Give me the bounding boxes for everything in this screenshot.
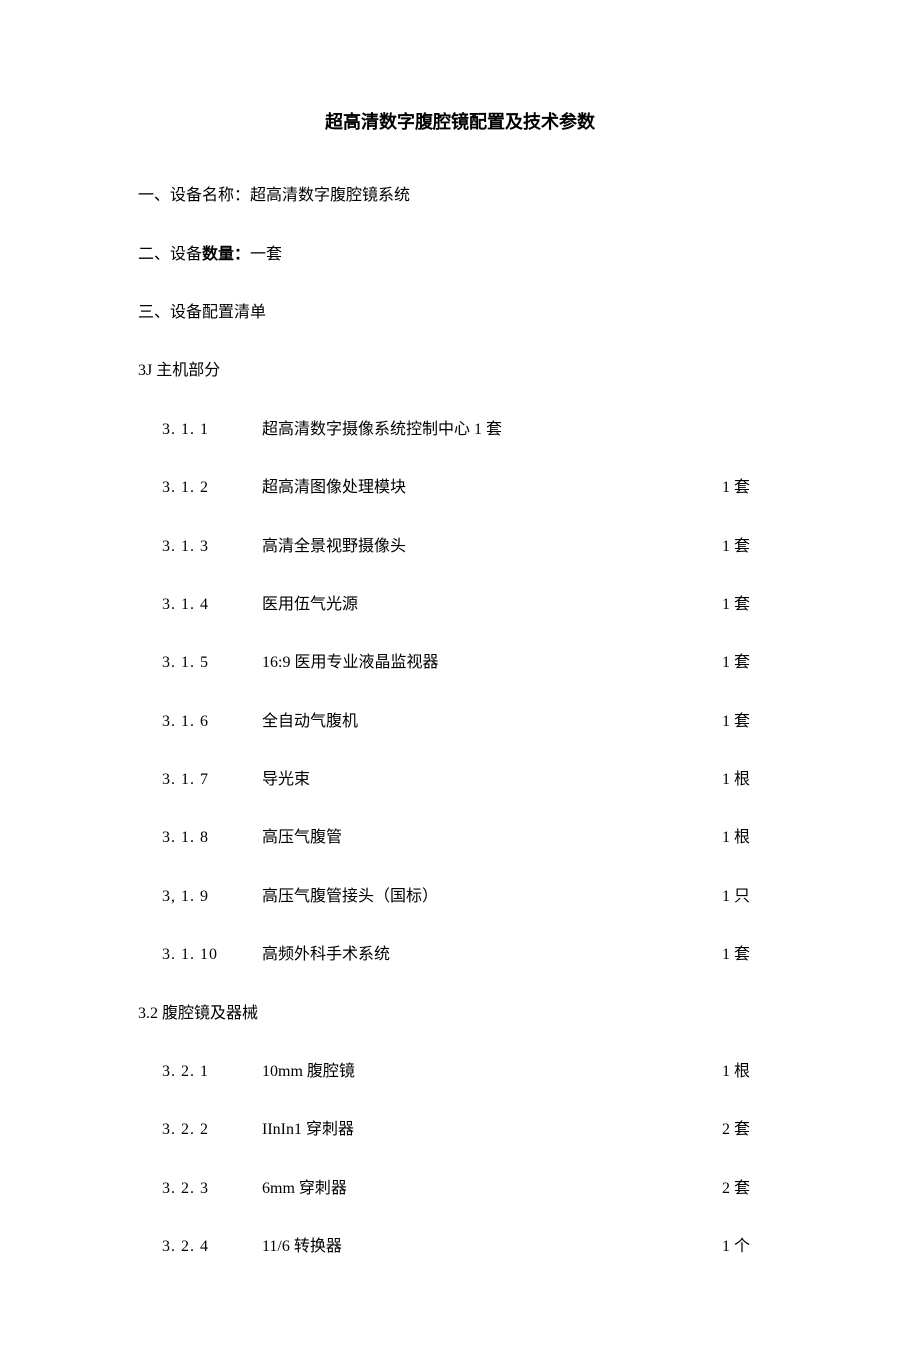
- section-2-value: 一套: [250, 246, 282, 263]
- item-number: 3. 2. 4: [162, 1236, 262, 1258]
- list-item: 3. 1. 8 高压气腹管 1 根: [138, 827, 782, 849]
- item-name: 高压气腹管: [262, 827, 722, 849]
- item-qty: 2 套: [722, 1178, 782, 1200]
- document-title: 超高清数字腹腔镜配置及技术参数: [138, 110, 782, 135]
- item-qty: 1 套: [722, 711, 782, 733]
- section-3: 三、设备配置清单: [138, 302, 782, 324]
- item-name: 医用伍气光源: [262, 594, 722, 616]
- item-number: 3. 1. 4: [162, 594, 262, 616]
- item-name: 导光束: [262, 769, 722, 791]
- item-name: 高压气腹管接头（国标）: [262, 886, 722, 908]
- item-number: 3, 1. 9: [162, 886, 262, 908]
- group-1-heading: 3J 主机部分: [138, 360, 782, 382]
- item-name: 超高清图像处理模块: [262, 477, 722, 499]
- item-name: 高清全景视野摄像头: [262, 536, 722, 558]
- list-item: 3. 2. 4 11/6 转换器 1 个: [138, 1236, 782, 1258]
- item-number: 3. 2. 3: [162, 1178, 262, 1200]
- list-item: 3. 1. 5 16:9 医用专业液晶监视器 1 套: [138, 652, 782, 674]
- item-name: IInIn1 穿刺器: [262, 1119, 722, 1141]
- section-2-prefix: 二、设备: [138, 246, 202, 263]
- item-qty: 1 根: [722, 827, 782, 849]
- section-2: 二、设备数量：一套: [138, 244, 782, 266]
- section-1: 一、设备名称：超高清数字腹腔镜系统: [138, 185, 782, 207]
- list-item: 3. 1. 4 医用伍气光源 1 套: [138, 594, 782, 616]
- item-name: 超高清数字摄像系统控制中心 1 套: [262, 419, 782, 441]
- group-2-heading: 3.2 腹腔镜及器械: [138, 1003, 782, 1025]
- list-item: 3. 1. 2 超高清图像处理模块 1 套: [138, 477, 782, 499]
- item-name: 高频外科手术系统: [262, 944, 722, 966]
- item-number: 3. 1. 2: [162, 477, 262, 499]
- item-number: 3. 1. 5: [162, 652, 262, 674]
- item-qty: 1 套: [722, 594, 782, 616]
- list-item: 3, 1. 9 高压气腹管接头（国标） 1 只: [138, 886, 782, 908]
- list-item: 3. 2. 3 6mm 穿刺器 2 套: [138, 1178, 782, 1200]
- item-qty: 1 根: [722, 1061, 782, 1083]
- item-number: 3. 1. 6: [162, 711, 262, 733]
- item-qty: 1 套: [722, 536, 782, 558]
- item-number: 3. 2. 2: [162, 1119, 262, 1141]
- item-qty: 2 套: [722, 1119, 782, 1141]
- list-item: 3. 1. 10 高频外科手术系统 1 套: [138, 944, 782, 966]
- list-item: 3. 1. 3 高清全景视野摄像头 1 套: [138, 536, 782, 558]
- item-qty: 1 套: [722, 477, 782, 499]
- item-qty: 1 只: [722, 886, 782, 908]
- item-number: 3. 1. 10: [162, 944, 262, 966]
- item-number: 3. 2. 1: [162, 1061, 262, 1083]
- section-1-value: 超高清数字腹腔镜系统: [250, 187, 410, 204]
- item-number: 3. 1. 1: [162, 419, 262, 441]
- list-item: 3. 1. 6 全自动气腹机 1 套: [138, 711, 782, 733]
- list-item: 3. 1. 7 导光束 1 根: [138, 769, 782, 791]
- section-2-bold: 数量：: [202, 246, 250, 263]
- item-name: 6mm 穿刺器: [262, 1178, 722, 1200]
- item-name: 全自动气腹机: [262, 711, 722, 733]
- item-number: 3. 1. 8: [162, 827, 262, 849]
- list-item: 3. 1. 1 超高清数字摄像系统控制中心 1 套: [138, 419, 782, 441]
- item-qty: 1 套: [722, 944, 782, 966]
- item-name: 11/6 转换器: [262, 1236, 722, 1258]
- item-name: 10mm 腹腔镜: [262, 1061, 722, 1083]
- item-qty: 1 套: [722, 652, 782, 674]
- section-1-prefix: 一、设备名称：: [138, 187, 250, 204]
- item-name: 16:9 医用专业液晶监视器: [262, 652, 722, 674]
- item-number: 3. 1. 7: [162, 769, 262, 791]
- item-qty: 1 个: [722, 1236, 782, 1258]
- item-qty: 1 根: [722, 769, 782, 791]
- list-item: 3. 2. 2 IInIn1 穿刺器 2 套: [138, 1119, 782, 1141]
- list-item: 3. 2. 1 10mm 腹腔镜 1 根: [138, 1061, 782, 1083]
- item-number: 3. 1. 3: [162, 536, 262, 558]
